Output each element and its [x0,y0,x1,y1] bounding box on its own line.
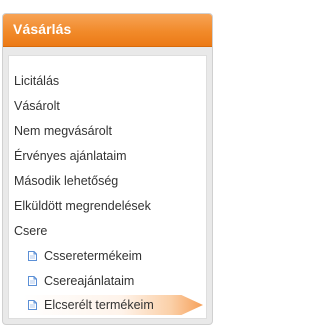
submenu-item-label: Csseretermékeim [44,249,142,263]
menu-item-csere[interactable]: Csere [14,221,47,241]
submenu-item-label: Elcserélt termékeim [44,298,154,312]
document-icon [28,300,37,310]
menu-item-masodik-lehetoseg[interactable]: Második lehetőség [14,171,118,191]
document-icon [28,251,37,261]
menu-item-vasarolt[interactable]: Vásárolt [14,96,60,116]
menu-item-ervenyes-ajanlataim[interactable]: Érvényes ajánlataim [14,146,127,166]
panel-header: Vásárlás [3,14,212,47]
menu-body: Licitálás Vásárolt Nem megvásárolt Érvén… [8,55,207,319]
submenu-item-label: Csereajánlataim [44,274,135,288]
purchase-panel: Vásárlás Licitálás Vásárolt Nem megvásár… [2,13,213,325]
menu-item-elkuldott-megrendelesek[interactable]: Elküldött megrendelések [14,196,151,216]
document-icon [28,276,37,286]
menu-item-nem-megvasarolt[interactable]: Nem megvásárolt [14,121,112,141]
menu-item-licitalas[interactable]: Licitálás [14,71,59,91]
panel-title: Vásárlás [13,21,72,37]
